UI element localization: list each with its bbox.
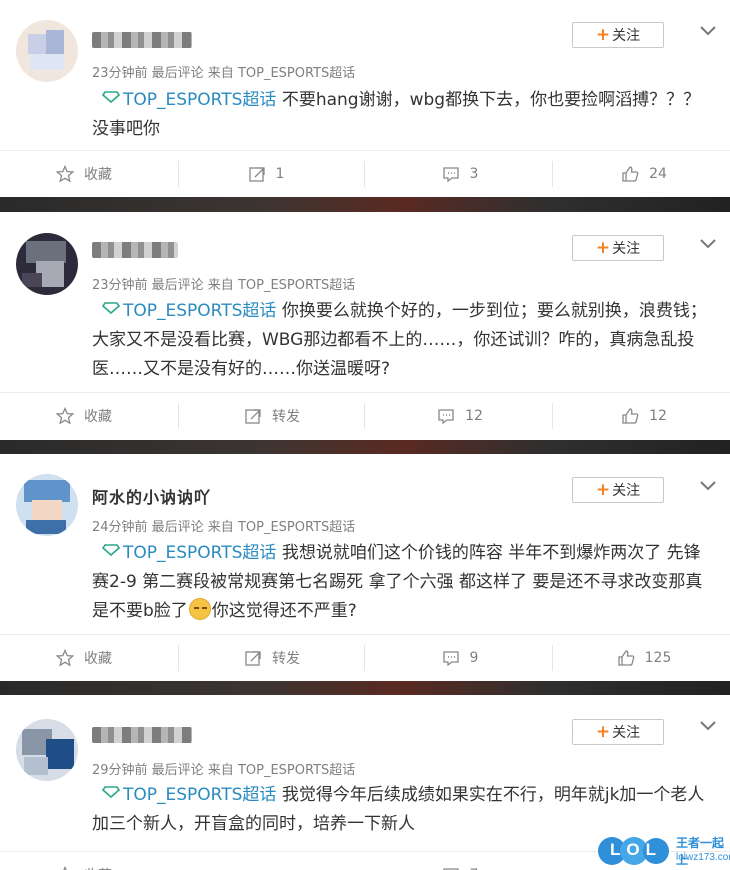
topic-diamond-icon <box>102 544 120 556</box>
action-divider <box>178 161 179 187</box>
comment-card: 阿水的小讷讷吖 24分钟前 最后评论 来自 TOP_ESPORTS超话 + 关注… <box>0 454 730 681</box>
favorite-button[interactable]: 收藏 <box>24 852 144 870</box>
favorite-button[interactable]: 收藏 <box>24 393 144 439</box>
comment-icon <box>438 409 454 425</box>
star-icon <box>56 649 74 667</box>
action-divider <box>552 161 553 187</box>
like-button[interactable]: 125 <box>584 635 704 681</box>
chevron-down-icon[interactable] <box>698 237 718 251</box>
username-redacted <box>92 727 192 743</box>
card-separator <box>0 440 730 454</box>
logo-brand: LOL <box>610 840 662 859</box>
avatar[interactable] <box>16 719 78 781</box>
comment-text: TOP_ESPORTS超话 不要hang谢谢，wbg都换下去，你也要捡啊滔搏？？… <box>92 90 701 139</box>
repost-button[interactable]: 1 <box>206 151 326 197</box>
chevron-down-icon[interactable] <box>698 24 718 38</box>
topic-diamond-icon <box>102 302 120 314</box>
comment-button[interactable]: 9 <box>400 635 520 681</box>
smirk-emoji-icon <box>188 598 211 620</box>
repost-button[interactable]: 转发 <box>212 393 332 439</box>
like-button[interactable]: 24 <box>584 151 704 197</box>
username-redacted <box>92 32 192 48</box>
action-divider <box>364 403 365 429</box>
comment-card: 23分钟前 最后评论 来自 TOP_ESPORTS超话 + 关注 TOP_ESP… <box>0 0 730 197</box>
repost-button[interactable]: 转发 <box>212 635 332 681</box>
repost-icon <box>245 651 261 666</box>
action-divider <box>178 403 179 429</box>
card-separator <box>0 681 730 695</box>
avatar[interactable] <box>16 20 78 82</box>
follow-button[interactable]: + 关注 <box>572 719 664 745</box>
topic-link[interactable]: TOP_ESPORTS超话 <box>123 543 276 563</box>
chevron-down-icon[interactable] <box>698 719 718 733</box>
plus-icon: + <box>595 24 611 45</box>
action-divider <box>364 645 365 671</box>
follow-button[interactable]: + 关注 <box>572 477 664 503</box>
card-separator <box>0 197 730 212</box>
comment-card: 23分钟前 最后评论 来自 TOP_ESPORTS超话 + 关注 TOP_ESP… <box>0 212 730 440</box>
action-divider <box>178 645 179 671</box>
comment-icon <box>442 167 459 183</box>
plus-icon: + <box>595 721 611 742</box>
action-divider <box>364 161 365 187</box>
action-bar: 收藏 1 3 24 <box>0 150 730 196</box>
topic-link[interactable]: TOP_ESPORTS超话 <box>123 785 276 805</box>
comment-text: TOP_ESPORTS超话 我觉得今年后续成绩如果实在不行，明年就jk加一个老人… <box>92 785 705 834</box>
comment-icon <box>442 868 459 870</box>
comment-meta: 23分钟前 最后评论 来自 TOP_ESPORTS超话 <box>92 66 356 81</box>
comment-text: TOP_ESPORTS超话 我想说就咱们这个价钱的阵容 半年不到爆炸两次了 先锋… <box>92 543 703 621</box>
avatar[interactable] <box>16 233 78 295</box>
favorite-button[interactable]: 收藏 <box>24 635 144 681</box>
comment-meta: 23分钟前 最后评论 来自 TOP_ESPORTS超话 <box>92 278 356 293</box>
thumbs-up-icon <box>622 166 639 182</box>
logo-site: lolwz173.com <box>676 852 730 863</box>
like-button[interactable]: 12 <box>584 393 704 439</box>
action-bar: 收藏 转发 9 125 <box>0 634 730 680</box>
topic-diamond-icon <box>102 91 120 103</box>
topic-link[interactable]: TOP_ESPORTS超话 <box>123 90 276 110</box>
comment-button[interactable]: 3 <box>400 151 520 197</box>
star-icon <box>63 866 67 870</box>
username-redacted <box>92 242 178 258</box>
chevron-down-icon[interactable] <box>698 479 718 493</box>
username[interactable]: 阿水的小讷讷吖 <box>92 484 211 508</box>
avatar[interactable] <box>16 474 78 536</box>
star-icon <box>56 407 74 425</box>
action-divider <box>552 403 553 429</box>
comment-icon <box>442 651 459 667</box>
action-divider <box>552 645 553 671</box>
action-bar: 收藏 转发 12 12 <box>0 392 730 438</box>
thumbs-up-icon <box>622 408 639 424</box>
comment-meta: 24分钟前 最后评论 来自 TOP_ESPORTS超话 <box>92 520 356 535</box>
topic-link[interactable]: TOP_ESPORTS超话 <box>123 301 276 321</box>
plus-icon: + <box>595 237 611 258</box>
repost-icon <box>245 409 261 424</box>
thumbs-up-icon <box>617 650 635 666</box>
follow-button[interactable]: + 关注 <box>572 235 664 261</box>
favorite-button[interactable]: 收藏 <box>24 151 144 197</box>
comment-text: TOP_ESPORTS超话 你换要么就换个好的，一步到位；要么就别换，浪费钱；大… <box>92 301 707 379</box>
follow-button[interactable]: + 关注 <box>572 22 664 48</box>
plus-icon: + <box>595 479 611 500</box>
site-watermark-logo: LOL 王者一起上 lolwz173.com <box>596 832 730 870</box>
star-icon <box>56 165 74 183</box>
comment-meta: 29分钟前 最后评论 来自 TOP_ESPORTS超话 <box>92 763 356 778</box>
comment-button[interactable]: 7 <box>400 852 520 870</box>
repost-icon <box>248 167 265 182</box>
topic-diamond-icon <box>102 786 120 798</box>
comment-button[interactable]: 12 <box>400 393 520 439</box>
